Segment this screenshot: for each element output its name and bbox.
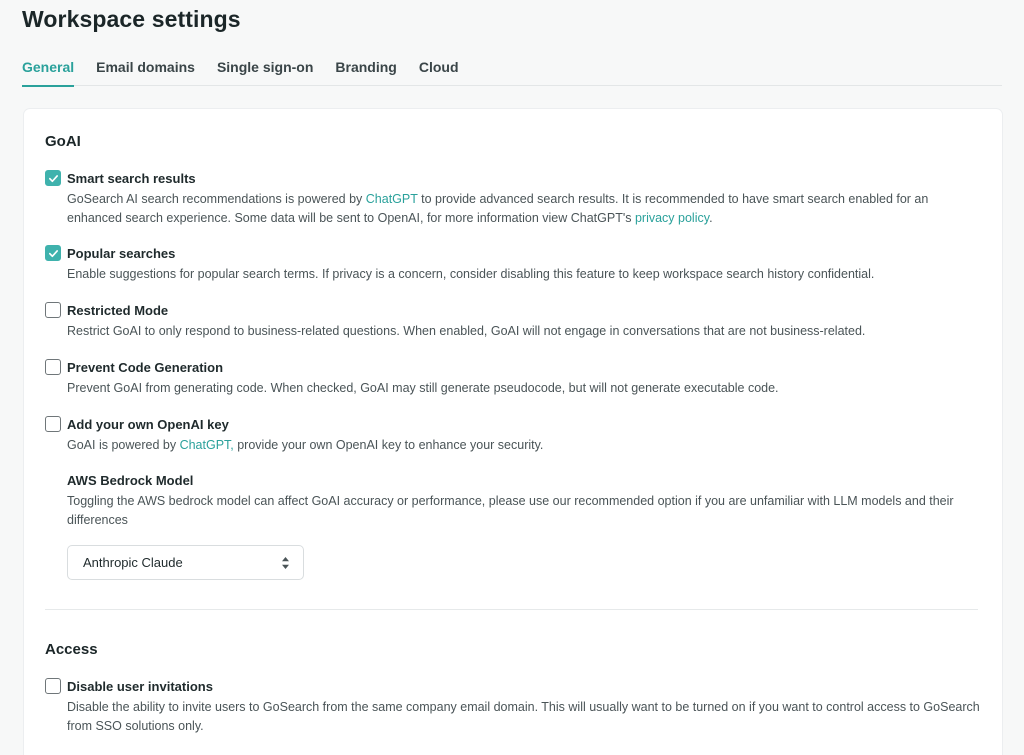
disable-invitations-label: Disable user invitations — [67, 678, 213, 694]
prevent-code-checkbox[interactable] — [45, 359, 61, 375]
goai-section-title: GoAI — [45, 133, 81, 150]
smart-search-description: GoSearch AI search recommendations is po… — [67, 192, 929, 225]
restricted-mode-label: Restricted Mode — [67, 302, 169, 318]
page-title: Workspace settings — [22, 6, 241, 32]
restricted-mode-option: Restricted Mode Restrict GoAI to only re… — [45, 300, 980, 341]
settings-card: GoAI Smart search results GoSearch AI se… — [24, 109, 1002, 755]
prevent-code-label: Prevent Code Generation — [67, 359, 224, 375]
section-divider — [45, 609, 978, 610]
chatgpt-link[interactable]: ChatGPT — [366, 192, 418, 206]
smart-search-checkbox[interactable] — [45, 170, 61, 186]
tab-branding[interactable]: Branding — [335, 58, 396, 86]
own-openai-key-option: Add your own OpenAI key GoAI is powered … — [45, 414, 980, 455]
prevent-code-option: Prevent Code Generation Prevent GoAI fro… — [45, 357, 980, 398]
disable-invitations-checkbox[interactable] — [45, 678, 61, 694]
tab-single-sign-on[interactable]: Single sign-on — [217, 58, 313, 86]
restricted-mode-description: Restrict GoAI to only respond to busines… — [67, 324, 866, 338]
own-openai-key-description: GoAI is powered by ChatGPT, provide your… — [67, 438, 544, 452]
checkmark-icon — [48, 174, 58, 182]
bedrock-model-select[interactable]: Anthropic Claude — [67, 545, 304, 580]
aws-bedrock-description: Toggling the AWS bedrock model can affec… — [67, 494, 954, 527]
access-section-title: Access — [45, 641, 98, 658]
prevent-code-description: Prevent GoAI from generating code. When … — [67, 381, 779, 395]
workspace-settings-page: Workspace settings General Email domains… — [0, 0, 1024, 755]
bedrock-model-selected-value: Anthropic Claude — [83, 555, 183, 570]
own-openai-key-checkbox[interactable] — [45, 416, 61, 432]
popular-searches-label: Popular searches — [67, 245, 176, 261]
popular-searches-description: Enable suggestions for popular search te… — [67, 267, 875, 281]
settings-tabs: General Email domains Single sign-on Bra… — [22, 58, 1002, 87]
restricted-mode-checkbox[interactable] — [45, 302, 61, 318]
disable-invitations-description: Disable the ability to invite users to G… — [67, 700, 980, 733]
chatgpt-link[interactable]: ChatGPT, — [180, 438, 234, 452]
aws-bedrock-label: AWS Bedrock Model — [67, 472, 194, 488]
popular-searches-option: Popular searches Enable suggestions for … — [45, 243, 980, 284]
smart-search-option: Smart search results GoSearch AI search … — [45, 168, 980, 227]
popular-searches-checkbox[interactable] — [45, 245, 61, 261]
tab-email-domains[interactable]: Email domains — [96, 58, 195, 86]
tab-general[interactable]: General — [22, 58, 75, 87]
tab-cloud[interactable]: Cloud — [419, 58, 459, 86]
checkmark-icon — [48, 249, 58, 257]
select-arrows-icon — [282, 557, 289, 569]
aws-bedrock-section: AWS Bedrock Model Toggling the AWS bedro… — [45, 470, 980, 529]
privacy-policy-link[interactable]: privacy policy — [635, 211, 709, 225]
smart-search-label: Smart search results — [67, 170, 196, 186]
own-openai-key-label: Add your own OpenAI key — [67, 416, 229, 432]
disable-invitations-option: Disable user invitations Disable the abi… — [45, 676, 980, 735]
